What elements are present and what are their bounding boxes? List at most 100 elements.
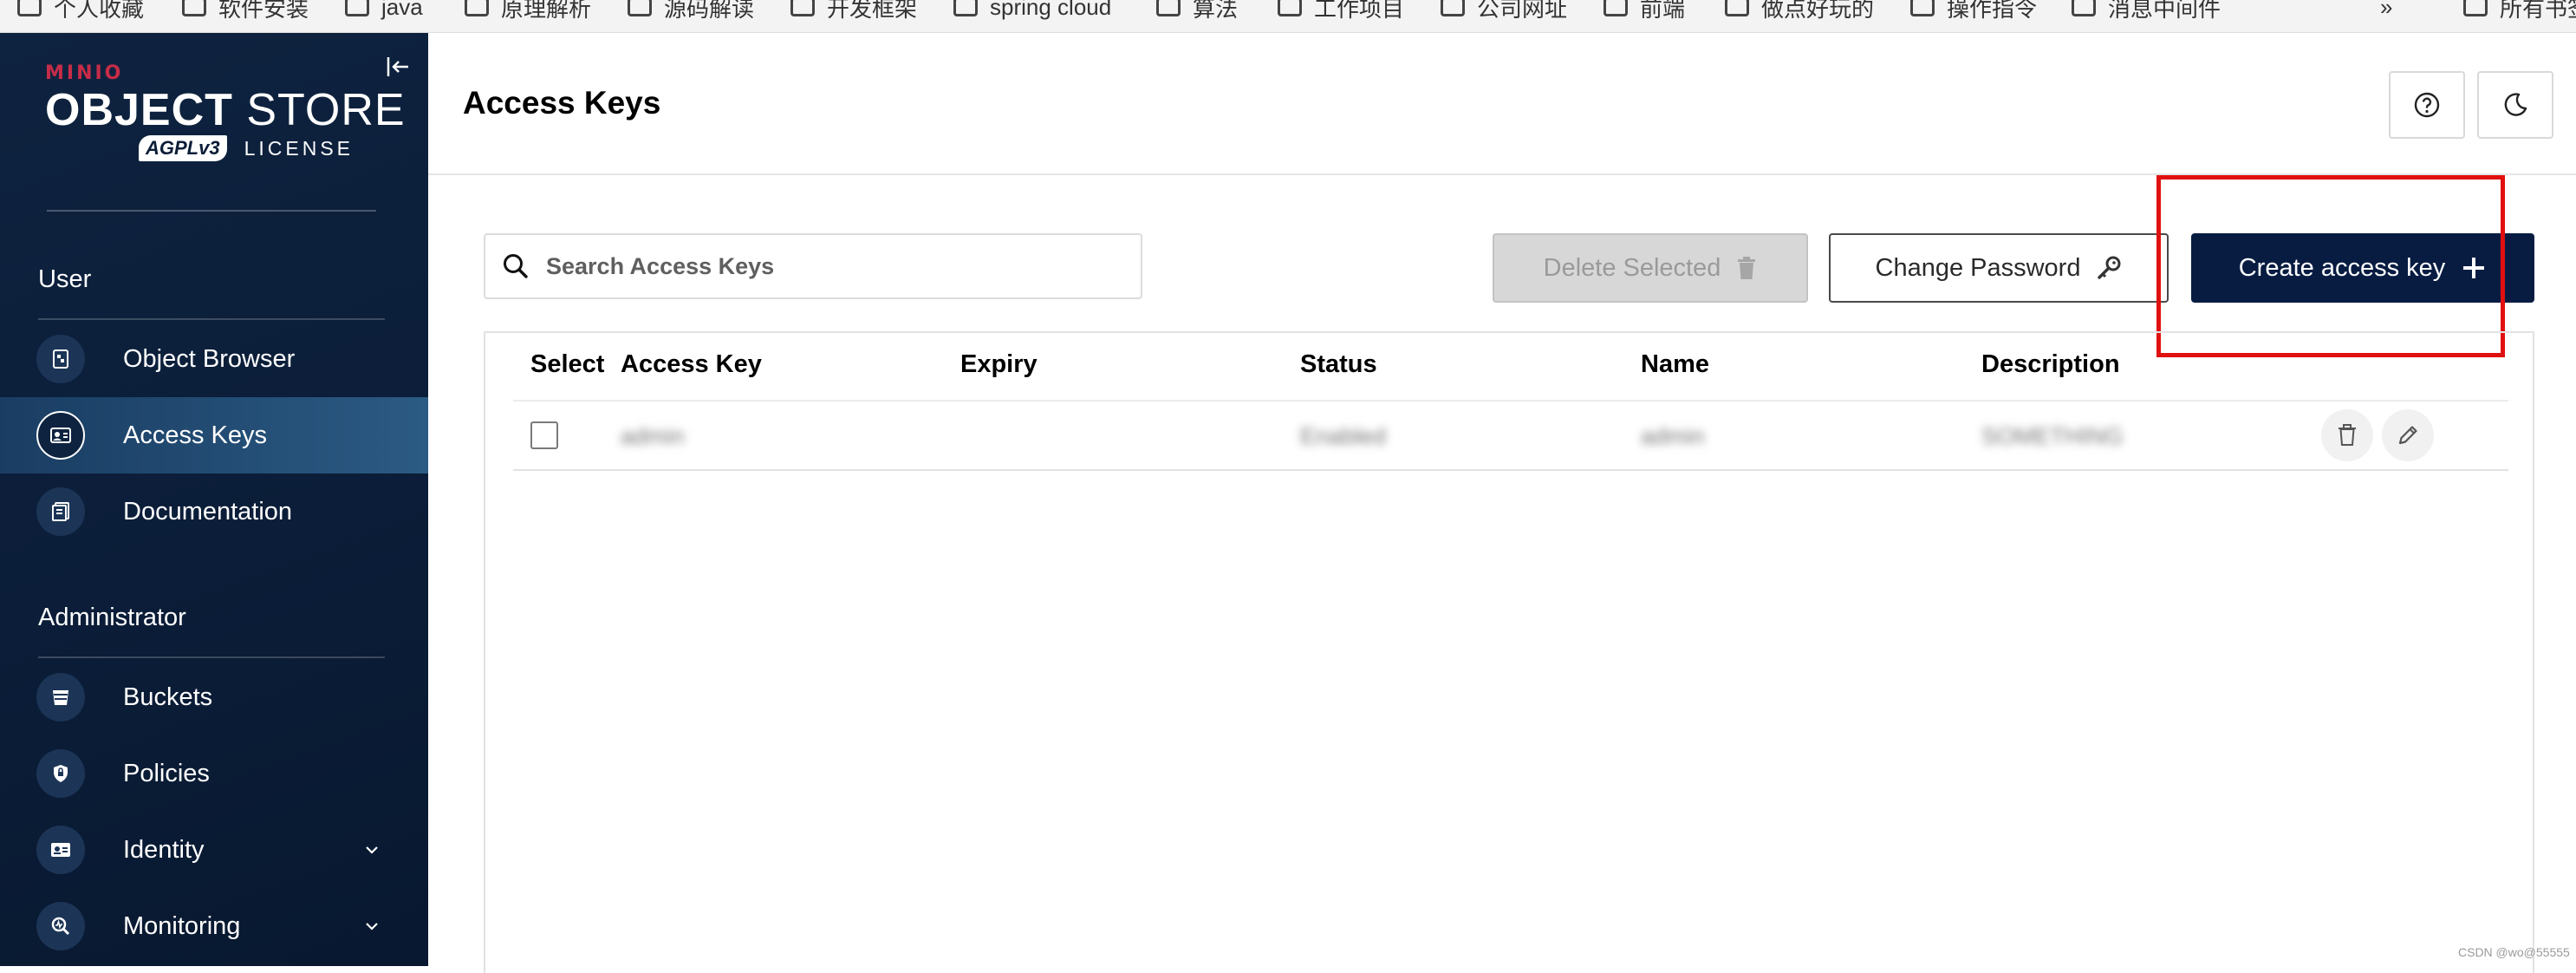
cell-name: admin bbox=[1641, 423, 1705, 449]
sidebar-item-documentation[interactable]: Documentation bbox=[0, 473, 428, 550]
sidebar-item-label: Documentation bbox=[123, 497, 293, 526]
bookmarks-bar: 个人收藏 软件安装 java 原理解析 源码解读 开发框架 spring clo… bbox=[0, 0, 2576, 33]
column-header-description[interactable]: Description bbox=[1981, 350, 2120, 379]
folder-icon bbox=[1725, 0, 1749, 16]
policies-icon bbox=[36, 749, 85, 798]
search-icon bbox=[504, 254, 528, 278]
dark-mode-icon bbox=[2504, 93, 2527, 116]
bookmark-item[interactable]: 做点好玩的 bbox=[1725, 0, 1874, 24]
section-title-administrator: Administrator bbox=[38, 604, 186, 631]
divider bbox=[38, 318, 385, 320]
buckets-icon bbox=[36, 673, 85, 722]
bookmark-item[interactable]: 个人收藏 bbox=[17, 0, 144, 24]
sidebar-item-object-browser[interactable]: Object Browser bbox=[0, 321, 428, 397]
folder-icon bbox=[2463, 0, 2488, 16]
button-label: Delete Selected bbox=[1543, 253, 1721, 282]
agpl-badge: AGPLv3 bbox=[139, 135, 227, 161]
folder-icon bbox=[628, 0, 652, 16]
folder-icon bbox=[1156, 0, 1181, 16]
watermark: CSDN @wo@55555 bbox=[2458, 945, 2570, 959]
folder-icon bbox=[1910, 0, 1935, 16]
trash-icon bbox=[2339, 424, 2356, 446]
column-header-status[interactable]: Status bbox=[1300, 350, 1377, 379]
bookmark-item[interactable]: 源码解读 bbox=[628, 0, 754, 24]
theme-toggle-button[interactable] bbox=[2477, 71, 2553, 139]
sidebar-item-policies[interactable]: Policies bbox=[0, 735, 428, 812]
search-access-keys[interactable] bbox=[484, 233, 1142, 299]
cell-description: SOMETHING bbox=[1981, 423, 2124, 449]
folder-icon bbox=[345, 0, 369, 16]
access-keys-table bbox=[484, 331, 2534, 973]
sidebar-item-label: Access Keys bbox=[123, 421, 267, 449]
logo-brand: MINIO bbox=[45, 62, 124, 84]
cell-access-key: admin bbox=[621, 423, 685, 449]
sidebar-item-access-keys[interactable]: Access Keys bbox=[0, 397, 428, 473]
sidebar-item-label: Policies bbox=[123, 759, 210, 787]
monitoring-icon bbox=[36, 902, 85, 950]
folder-icon bbox=[1603, 0, 1628, 16]
search-input[interactable] bbox=[546, 244, 1118, 289]
folder-icon bbox=[1278, 0, 1302, 16]
sidebar-item-label: Buckets bbox=[123, 682, 213, 711]
help-button[interactable] bbox=[2389, 71, 2465, 139]
bookmark-item[interactable]: 开发框架 bbox=[790, 0, 917, 24]
access-keys-icon bbox=[36, 411, 85, 460]
chevron-down-icon[interactable] bbox=[362, 840, 381, 859]
divider bbox=[38, 656, 385, 658]
sidebar-item-identity[interactable]: Identity bbox=[0, 812, 428, 888]
folder-icon bbox=[790, 0, 815, 16]
logo: MINIO OBJECT STORE bbox=[45, 62, 406, 134]
section-title-user: User bbox=[38, 265, 92, 293]
edit-row-button[interactable] bbox=[2382, 409, 2434, 461]
logo-product: OBJECT STORE bbox=[45, 85, 406, 135]
button-label: Create access key bbox=[2238, 253, 2446, 282]
bookmark-item[interactable]: 软件安装 bbox=[182, 0, 309, 24]
bookmark-item[interactable]: 所有书签 bbox=[2463, 0, 2576, 24]
row-select-checkbox[interactable] bbox=[530, 421, 558, 449]
bookmark-item[interactable]: 前端 bbox=[1603, 0, 1685, 24]
bookmarks-overflow-icon[interactable]: » bbox=[2380, 0, 2392, 24]
folder-icon bbox=[953, 0, 978, 16]
divider bbox=[47, 210, 376, 212]
plus-icon bbox=[2463, 258, 2485, 278]
bookmark-item[interactable]: spring cloud bbox=[953, 0, 1111, 24]
change-password-button[interactable]: Change Password bbox=[1829, 233, 2169, 303]
bookmark-item[interactable]: 公司网址 bbox=[1441, 0, 1567, 24]
page-header: Access Keys bbox=[428, 33, 2576, 175]
folder-icon bbox=[2072, 0, 2096, 16]
delete-row-button[interactable] bbox=[2321, 409, 2373, 461]
folder-icon bbox=[465, 0, 489, 16]
create-access-key-button[interactable]: Create access key bbox=[2191, 233, 2534, 303]
column-header-expiry[interactable]: Expiry bbox=[960, 350, 1038, 379]
sidebar-item-label: Identity bbox=[123, 835, 205, 864]
column-header-access-key[interactable]: Access Key bbox=[621, 350, 762, 379]
column-header-name[interactable]: Name bbox=[1641, 350, 1709, 379]
chevron-down-icon[interactable] bbox=[362, 917, 381, 936]
pencil-icon bbox=[2398, 426, 2417, 445]
bookmark-item[interactable]: 消息中间件 bbox=[2072, 0, 2221, 24]
help-icon bbox=[2414, 92, 2440, 118]
button-label: Change Password bbox=[1875, 253, 2081, 282]
bookmark-item[interactable]: 原理解析 bbox=[465, 0, 591, 24]
bookmark-item[interactable]: 算法 bbox=[1156, 0, 1238, 24]
bookmark-item[interactable]: java bbox=[345, 0, 423, 24]
trash-icon bbox=[1738, 257, 1756, 279]
delete-selected-button[interactable]: Delete Selected bbox=[1493, 233, 1808, 303]
sidebar-item-buckets[interactable]: Buckets bbox=[0, 659, 428, 735]
folder-icon bbox=[182, 0, 206, 16]
cell-status: Enabled bbox=[1300, 423, 1387, 449]
license-label: LICENSE bbox=[244, 136, 355, 160]
column-header-select[interactable]: Select bbox=[530, 350, 604, 379]
key-icon bbox=[2098, 256, 2121, 279]
sidebar-item-monitoring[interactable]: Monitoring bbox=[0, 888, 428, 964]
bookmark-item[interactable]: 操作指令 bbox=[1910, 0, 2037, 24]
bookmark-item[interactable]: 工作项目 bbox=[1278, 0, 1404, 24]
header-divider bbox=[513, 400, 2508, 402]
documentation-icon bbox=[36, 487, 85, 536]
identity-icon bbox=[36, 826, 85, 874]
sidebar: MINIO OBJECT STORE AGPLv3 LICENSE User O… bbox=[0, 33, 428, 966]
folder-icon bbox=[17, 0, 42, 16]
object-browser-icon bbox=[36, 335, 85, 383]
sidebar-item-label: Object Browser bbox=[123, 344, 296, 373]
sidebar-item-label: Monitoring bbox=[123, 911, 241, 940]
